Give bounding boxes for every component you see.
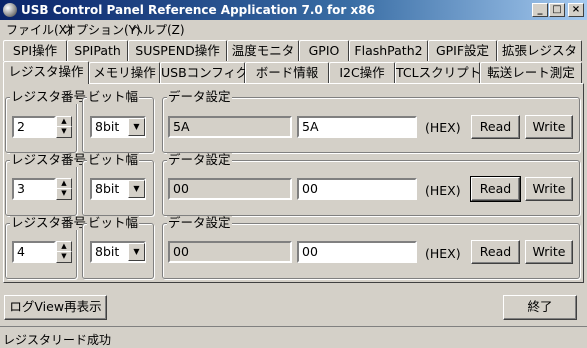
tab-memory-operation[interactable]: メモリ操作 [89,62,160,83]
data-settings-label: データ設定 [167,152,232,167]
tab-i2c-operation[interactable]: I2C操作 [329,62,395,83]
tab-transfer-rate[interactable]: 転送レート測定 [480,62,582,83]
current-value-display: 00 [168,241,292,263]
tab-spi-operation[interactable]: SPI操作 [3,40,67,61]
minimize-button[interactable]: _ [532,3,548,17]
data-input[interactable]: 00 [297,178,417,200]
current-value-display: 00 [168,178,292,200]
write-button[interactable]: Write [525,177,573,201]
chevron-down-icon[interactable]: ▼ [128,180,145,198]
bit-width-label: ビット幅 [87,89,140,104]
tab-usb-config[interactable]: USBコンフィグ [160,62,249,83]
data-settings-label: データ設定 [167,215,232,230]
tab-board-info[interactable]: ボード情報 [245,62,329,83]
tab-suspend-operation[interactable]: SUSPEND操作 [128,40,227,61]
register-number-input[interactable]: 4 [12,241,56,263]
log-view-redisplay-button[interactable]: ログView再表示 [4,295,107,320]
menu-bar: ファイル(X) オプション(Y) ヘルプ(Z) [0,20,587,38]
tab-tcl-script[interactable]: TCLスクリプト [395,62,481,83]
register-number-input[interactable]: 2 [12,116,56,138]
chevron-down-icon[interactable]: ▼ [128,118,145,136]
status-text: レジスタリード成功 [3,333,112,347]
title-bar: USB Control Panel Reference Application … [0,0,587,20]
register-number-spinner[interactable]: ▲ ▼ [56,178,72,200]
spin-down-icon[interactable]: ▼ [56,251,72,263]
tab-gpif-settings[interactable]: GPIF設定 [428,40,497,61]
close-button[interactable]: × [568,3,584,17]
tab-spipath[interactable]: SPIPath [67,40,128,61]
menu-file[interactable]: ファイル(X) [6,21,72,38]
bit-width-label: ビット幅 [87,152,140,167]
spin-down-icon[interactable]: ▼ [56,188,72,200]
tab-temperature-monitor[interactable]: 温度モニタ [227,40,299,61]
register-number-label: レジスタ番号 [10,215,88,230]
register-number-spinner[interactable]: ▲ ▼ [56,241,72,263]
write-button[interactable]: Write [525,115,573,139]
window-title: USB Control Panel Reference Application … [21,3,375,17]
exit-button[interactable]: 終了 [503,295,577,320]
current-value-display: 5A [168,116,292,138]
register-number-label: レジスタ番号 [10,152,88,167]
read-button[interactable]: Read [470,176,521,202]
chevron-down-icon[interactable]: ▼ [128,243,145,261]
maximize-button[interactable]: □ [549,3,565,17]
data-settings-label: データ設定 [167,89,232,104]
tab-gpio[interactable]: GPIO [299,40,349,61]
spin-down-icon[interactable]: ▼ [56,126,72,138]
bit-width-label: ビット幅 [87,215,140,230]
data-input[interactable]: 00 [297,241,417,263]
app-icon [3,3,17,17]
read-button[interactable]: Read [471,240,520,264]
register-number-input[interactable]: 3 [12,178,56,200]
hex-label: (HEX) [425,120,461,135]
write-button[interactable]: Write [525,240,573,264]
menu-options[interactable]: オプション(Y) [64,21,141,38]
tab-register-operation[interactable]: レジスタ操作 [3,61,89,84]
hex-label: (HEX) [425,246,461,261]
tab-flashpath2[interactable]: FlashPath2 [349,40,428,61]
read-button[interactable]: Read [471,115,520,139]
register-number-spinner[interactable]: ▲ ▼ [56,116,72,138]
status-bar: レジスタリード成功 [0,326,587,348]
register-number-label: レジスタ番号 [10,89,88,104]
data-input[interactable]: 5A [297,116,417,138]
menu-help[interactable]: ヘルプ(Z) [131,21,185,38]
hex-label: (HEX) [425,183,461,198]
tab-extended-registers[interactable]: 拡張レジスタ [497,40,582,61]
